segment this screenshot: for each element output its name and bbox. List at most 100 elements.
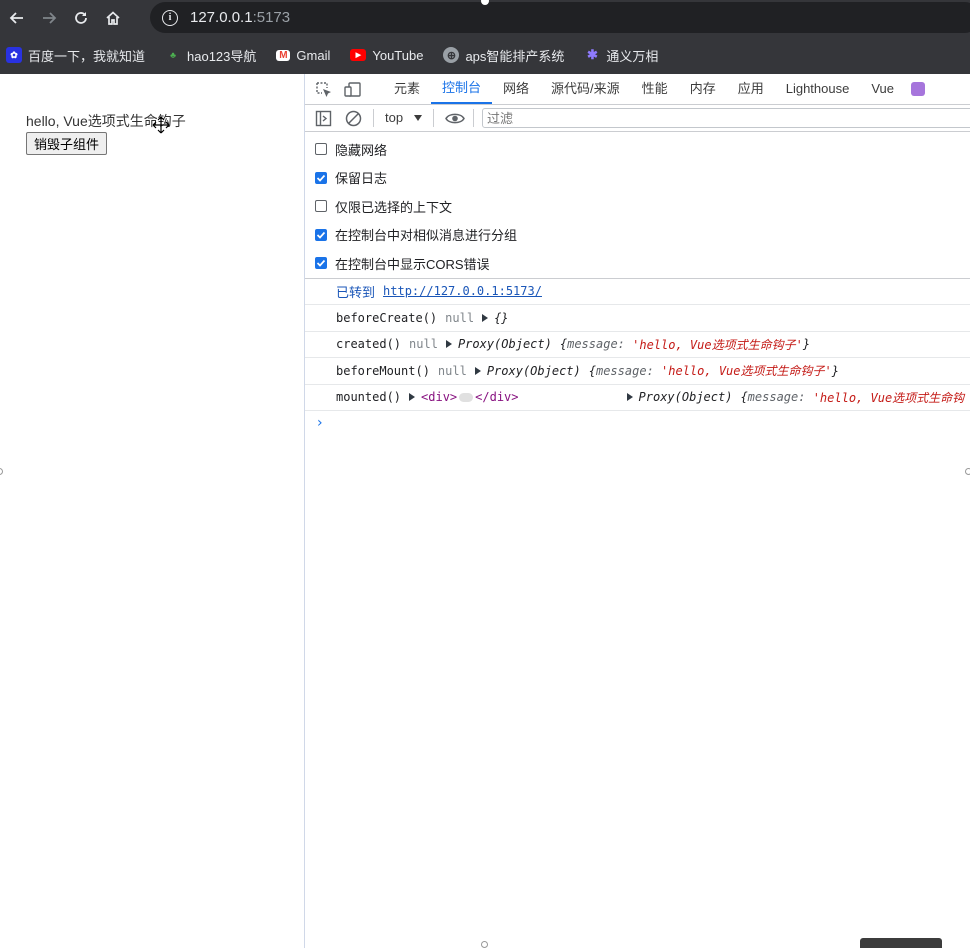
- setting-show-cors-errors[interactable]: 在控制台中显示CORS错误: [305, 249, 970, 278]
- site-info-icon[interactable]: i: [162, 9, 178, 26]
- setting-group-similar[interactable]: 在控制台中对相似消息进行分组: [305, 221, 970, 250]
- log-tag-open[interactable]: <div>: [421, 390, 457, 404]
- tongyi-icon: ✱: [586, 47, 598, 62]
- bookmark-label: Gmail: [296, 47, 331, 63]
- setting-label: 仅限已选择的上下文: [335, 199, 453, 215]
- tab-memory[interactable]: 内存: [679, 73, 727, 104]
- reload-button[interactable]: [66, 3, 96, 33]
- home-icon: [106, 11, 120, 25]
- chevron-down-icon[interactable]: [414, 115, 422, 121]
- log-null: null: [409, 337, 438, 352]
- setting-hide-network[interactable]: 隐藏网络: [305, 135, 970, 164]
- url-text[interactable]: 127.0.0.1:5173: [190, 9, 290, 26]
- log-text: created(): [336, 337, 402, 352]
- setting-selected-context-only[interactable]: 仅限已选择的上下文: [305, 192, 970, 221]
- navigated-label: 已转到: [336, 284, 376, 300]
- log-brace-open: {: [588, 363, 596, 378]
- tab-vue[interactable]: Vue: [860, 73, 905, 104]
- log-key: message: [567, 337, 618, 352]
- bookmark-baidu[interactable]: ✿ 百度一下，我就知道: [6, 46, 145, 65]
- tab-application[interactable]: 应用: [727, 73, 775, 104]
- log-created: created() null Proxy(Object) {message: '…: [305, 332, 970, 358]
- resize-handle-right[interactable]: [965, 468, 970, 475]
- checkbox-hide-network[interactable]: [315, 143, 327, 156]
- tab-performance[interactable]: 性能: [631, 73, 679, 104]
- log-colon: :: [798, 390, 813, 405]
- context-selector[interactable]: top: [385, 110, 403, 125]
- setting-label: 在控制台中对相似消息进行分组: [335, 228, 518, 244]
- tab-sources[interactable]: 源代码/来源: [540, 73, 631, 104]
- log-string: 'hello, Vue选项式生命钩: [812, 390, 965, 405]
- bookmark-gmail[interactable]: M Gmail: [276, 48, 330, 63]
- gmail-icon: M: [276, 49, 291, 61]
- destroy-child-button[interactable]: 销毁子组件: [26, 132, 108, 155]
- baidu-paw-icon: ✿: [6, 47, 22, 63]
- tab-console[interactable]: 控制台: [431, 73, 493, 104]
- bookmark-youtube[interactable]: ▶ YouTube: [350, 48, 423, 63]
- expand-triangle-icon[interactable]: [482, 313, 489, 322]
- log-proxy[interactable]: Proxy(Object): [458, 337, 552, 351]
- bookmark-aps[interactable]: ⊕ aps智能排产系统: [443, 46, 564, 65]
- log-colon: :: [617, 337, 633, 352]
- log-proxy[interactable]: Proxy(Object): [639, 390, 733, 404]
- checkmark-icon: [316, 174, 326, 182]
- log-brace-open: {: [559, 337, 568, 352]
- device-toolbar-icon[interactable]: [344, 81, 362, 99]
- ellipsis-icon[interactable]: [459, 392, 474, 402]
- log-key: message: [595, 363, 647, 378]
- checkbox-selected-context[interactable]: [315, 200, 327, 213]
- log-string: 'hello, Vue选项式生命钩子': [632, 337, 803, 352]
- checkbox-group-similar[interactable]: [315, 228, 327, 241]
- resize-handle-left[interactable]: [0, 468, 3, 475]
- bookmark-hao123[interactable]: ♣ hao123导航: [165, 46, 256, 65]
- log-key: message: [747, 390, 799, 405]
- eye-icon[interactable]: [445, 110, 465, 127]
- clear-console-icon[interactable]: [345, 110, 362, 127]
- globe-icon: ⊕: [443, 47, 460, 63]
- tab-elements[interactable]: 元素: [383, 73, 431, 104]
- expand-triangle-icon[interactable]: [445, 340, 452, 349]
- home-button[interactable]: [98, 3, 128, 33]
- bookmark-label: 百度一下，我就知道: [28, 48, 146, 64]
- tab-network[interactable]: 网络: [492, 73, 540, 104]
- log-proxy[interactable]: Proxy(Object): [487, 364, 581, 378]
- console-settings: 隐藏网络 保留日志 仅限已选择的上下文 在控制台中对相似消息进行分组 在控制台中…: [305, 132, 970, 278]
- bookmark-label: aps智能排产系统: [465, 48, 565, 64]
- vue-extension-icon[interactable]: [911, 82, 925, 96]
- resize-handle-bottom[interactable]: [481, 941, 488, 948]
- toolbar-divider: [473, 109, 474, 127]
- checkbox-preserve-log[interactable]: [315, 171, 327, 184]
- setting-label: 隐藏网络: [335, 142, 388, 158]
- console-prompt[interactable]: ›: [305, 411, 970, 435]
- page-viewport: hello, Vue选项式生命钩子 销毁子组件: [0, 74, 304, 948]
- bookmark-label: YouTube: [372, 47, 424, 63]
- toolbar-divider: [433, 109, 434, 127]
- move-cursor-icon: [152, 116, 170, 134]
- sidebar-toggle-icon[interactable]: [315, 110, 332, 127]
- youtube-icon: ▶: [350, 49, 367, 61]
- bookmark-tongyi[interactable]: ✱ 通义万相: [584, 46, 658, 65]
- log-tag-close: </div>: [475, 390, 519, 405]
- tab-lighthouse[interactable]: Lighthouse: [775, 73, 861, 104]
- back-button[interactable]: [2, 3, 32, 33]
- filter-input[interactable]: [482, 108, 970, 128]
- expand-triangle-icon[interactable]: [626, 393, 633, 402]
- log-before-mount: beforeMount() null Proxy(Object) {messag…: [305, 358, 970, 385]
- log-text: beforeMount(): [336, 363, 430, 378]
- expand-triangle-icon[interactable]: [474, 366, 481, 375]
- bottom-overlay-tab: [860, 938, 942, 948]
- log-brace-close: }: [831, 363, 839, 378]
- log-before-create: beforeCreate() null {}: [305, 305, 970, 332]
- setting-preserve-log[interactable]: 保留日志: [305, 164, 970, 193]
- log-brace-open: {: [740, 390, 748, 405]
- checkbox-cors-errors[interactable]: [315, 257, 327, 270]
- inspect-element-icon[interactable]: [315, 81, 333, 99]
- omnibox[interactable]: i 127.0.0.1:5173: [150, 2, 970, 33]
- expand-triangle-icon[interactable]: [409, 393, 416, 402]
- log-object[interactable]: {}: [494, 311, 508, 325]
- navigated-url-link[interactable]: http://127.0.0.1:5173/: [383, 284, 542, 298]
- forward-button[interactable]: [34, 3, 64, 33]
- checkmark-icon: [316, 260, 326, 267]
- devtools-tab-bar: 元素 控制台 网络 源代码/来源 性能 内存 应用 Lighthouse Vue: [305, 74, 970, 105]
- navigation-message: 已转到 http://127.0.0.1:5173/: [305, 279, 970, 305]
